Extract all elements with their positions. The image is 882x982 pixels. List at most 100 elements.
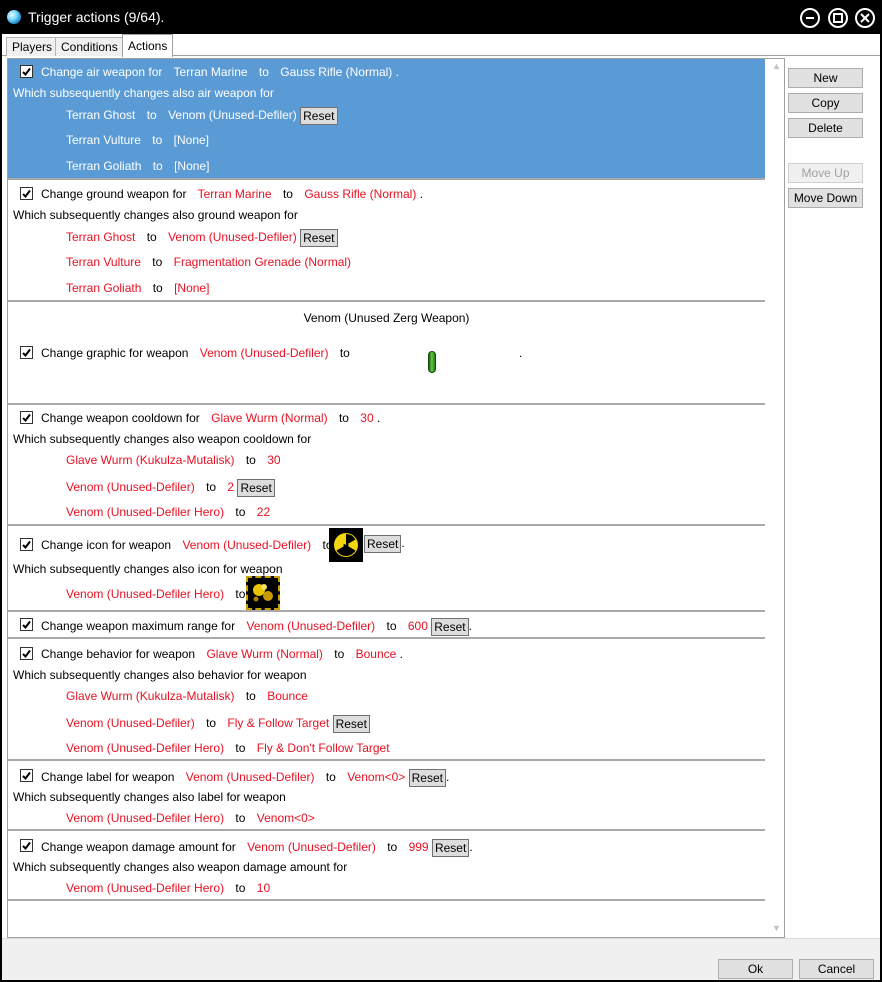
move-down-button[interactable]: Move Down [788, 188, 863, 208]
value-link[interactable]: Fly & Follow Target [227, 716, 329, 730]
action-item[interactable]: Change icon for weapon Venom (Unused-Def… [8, 526, 765, 612]
reset-button[interactable]: Reset [300, 229, 338, 247]
check-icon [22, 413, 31, 423]
enabled-checkbox[interactable] [20, 187, 33, 200]
tab-conditions[interactable]: Conditions [55, 37, 124, 56]
unit-link[interactable]: Venom (Unused-Defiler) [66, 480, 195, 494]
unit-link[interactable]: Terran Goliath [66, 159, 141, 173]
move-up-button[interactable]: Move Up [788, 163, 863, 183]
value-link[interactable]: 30 [267, 453, 280, 467]
new-button[interactable]: New [788, 68, 863, 88]
value-link[interactable]: Bounce [356, 647, 397, 661]
value-link[interactable]: Fragmentation Grenade (Normal) [174, 255, 351, 269]
unit-link[interactable]: Terran Ghost [66, 108, 135, 122]
unit-link[interactable]: Venom (Unused-Defiler) [247, 840, 376, 854]
unit-link[interactable]: Glave Wurm (Kukulza-Mutalisk) [66, 453, 234, 467]
value-link[interactable]: Venom<0> [347, 770, 405, 784]
enabled-checkbox[interactable] [20, 769, 33, 782]
enabled-checkbox[interactable] [20, 346, 33, 359]
unit-link[interactable]: Venom (Unused-Defiler Hero) [66, 811, 224, 825]
unit-link[interactable]: Venom (Unused-Defiler) [186, 770, 315, 784]
unit-link[interactable]: Glave Wurm (Kukulza-Mutalisk) [66, 689, 234, 703]
value-link[interactable]: [None] [174, 159, 209, 173]
actions-list[interactable]: Change air weapon for Terran Marine to G… [7, 58, 785, 938]
action-label: Change behavior for weapon [41, 647, 196, 661]
unit-link[interactable]: Terran Marine [198, 187, 272, 201]
plague-icon[interactable] [246, 576, 280, 610]
unit-link[interactable]: Terran Ghost [66, 230, 135, 244]
reset-button[interactable]: Reset [431, 618, 469, 636]
enabled-checkbox[interactable] [20, 618, 33, 631]
unit-link[interactable]: Terran Vulture [66, 133, 141, 147]
enabled-checkbox[interactable] [20, 647, 33, 660]
reset-button[interactable]: Reset [408, 769, 446, 787]
value-link[interactable]: Fly & Don't Follow Target [257, 741, 390, 755]
reset-button[interactable]: Reset [300, 107, 338, 125]
value-link[interactable]: 30 [360, 411, 373, 425]
unit-link[interactable]: Venom (Unused-Defiler) [200, 346, 329, 360]
unit-link[interactable]: Glave Wurm (Normal) [211, 411, 327, 425]
value-link[interactable]: 10 [257, 881, 270, 895]
unit-link[interactable]: Terran Vulture [66, 255, 141, 269]
enabled-checkbox[interactable] [20, 538, 33, 551]
value-link[interactable]: 2 [227, 480, 234, 494]
unit-link[interactable]: Glave Wurm (Normal) [206, 647, 322, 661]
close-button[interactable] [855, 8, 875, 28]
action-item[interactable]: Venom (Unused Zerg Weapon) Change graphi… [8, 302, 765, 405]
unit-link[interactable]: Venom (Unused-Defiler) [182, 538, 311, 552]
action-item[interactable]: Change behavior for weapon Glave Wurm (N… [8, 639, 765, 761]
maximize-button[interactable] [828, 8, 848, 28]
value-link[interactable]: Gauss Rifle (Normal) [280, 65, 392, 79]
value-link[interactable]: 600 [408, 619, 428, 633]
app-icon [7, 10, 21, 24]
action-item[interactable]: Change label for weapon Venom (Unused-De… [8, 761, 765, 831]
enabled-checkbox[interactable] [20, 65, 33, 78]
value-link[interactable]: Bounce [267, 689, 308, 703]
action-item[interactable]: Change weapon cooldown for Glave Wurm (N… [8, 405, 765, 526]
action-item[interactable]: Change air weapon for Terran Marine to G… [8, 59, 765, 180]
scroll-up-icon[interactable]: ▲ [772, 61, 781, 71]
value-link[interactable]: Venom (Unused-Defiler) [168, 108, 297, 122]
unit-link[interactable]: Terran Goliath [66, 281, 141, 295]
value-link[interactable]: Venom<0> [257, 811, 315, 825]
value-link[interactable]: [None] [174, 281, 209, 295]
enabled-checkbox[interactable] [20, 839, 33, 852]
enabled-checkbox[interactable] [20, 411, 33, 424]
reset-button[interactable]: Reset [431, 839, 470, 857]
to-label: to [152, 133, 163, 147]
check-icon [22, 189, 31, 199]
vertical-scrollbar[interactable]: ▲ ▼ [768, 59, 784, 937]
weapon-graphic-image[interactable] [428, 351, 436, 373]
scroll-down-icon[interactable]: ▼ [772, 923, 781, 933]
value-link[interactable]: Venom (Unused-Defiler) [168, 230, 297, 244]
value-link[interactable]: [None] [174, 133, 209, 147]
delete-button[interactable]: Delete [788, 118, 863, 138]
reset-button[interactable]: Reset [332, 715, 370, 733]
unit-link[interactable]: Venom (Unused-Defiler Hero) [66, 741, 224, 755]
unit-link[interactable]: Venom (Unused-Defiler Hero) [66, 505, 224, 519]
reset-button[interactable]: Reset [364, 535, 402, 553]
action-item[interactable]: Change ground weapon for Terran Marine t… [8, 180, 765, 302]
dialog-footer: Ok Cancel [2, 938, 880, 980]
cancel-button[interactable]: Cancel [799, 959, 874, 979]
to-label: to [325, 770, 336, 785]
action-label: Change weapon damage amount for [41, 840, 236, 855]
tab-players[interactable]: Players [6, 37, 59, 56]
reset-button[interactable]: Reset [237, 479, 275, 497]
value-link[interactable]: Gauss Rifle (Normal) [304, 187, 416, 201]
unit-link[interactable]: Venom (Unused-Defiler Hero) [66, 587, 224, 601]
value-link[interactable]: 999 [409, 840, 429, 854]
action-item[interactable]: Change weapon damage amount for Venom (U… [8, 831, 765, 901]
copy-button[interactable]: Copy [788, 93, 863, 113]
to-label: to [152, 159, 163, 173]
unit-link[interactable]: Venom (Unused-Defiler) [66, 716, 195, 730]
unit-link[interactable]: Venom (Unused-Defiler Hero) [66, 881, 224, 895]
radiation-icon[interactable] [329, 528, 363, 562]
action-item[interactable]: Change weapon maximum range for Venom (U… [8, 612, 765, 639]
unit-link[interactable]: Terran Marine [174, 65, 248, 79]
tab-actions[interactable]: Actions [122, 34, 174, 57]
value-link[interactable]: 22 [257, 505, 270, 519]
minimize-button[interactable] [800, 8, 820, 28]
ok-button[interactable]: Ok [718, 959, 793, 979]
unit-link[interactable]: Venom (Unused-Defiler) [246, 619, 375, 633]
